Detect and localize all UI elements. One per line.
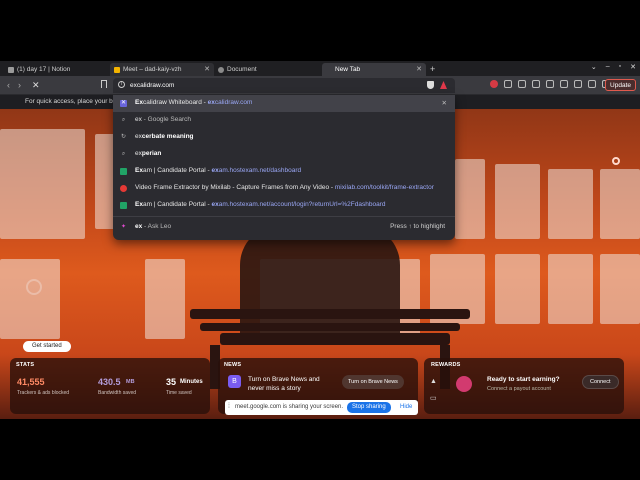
get-started-button[interactable]: Get started	[23, 341, 71, 352]
site-icon	[120, 168, 127, 175]
address-input[interactable]	[130, 79, 410, 91]
drag-handle-icon[interactable]: ⁞	[228, 403, 230, 410]
time-value: 35	[166, 377, 177, 387]
divider	[113, 216, 455, 217]
search-icon: ⌕	[121, 151, 126, 157]
share-text: meet.google.com is sharing your screen.	[235, 404, 344, 410]
bandwidth-label: Bandwidth saved	[98, 390, 137, 396]
forward-icon[interactable]: ›	[18, 80, 21, 90]
wallet-icon[interactable]	[588, 80, 596, 88]
globe-icon	[218, 66, 224, 73]
stats-card: STATS 41,555 Trackers & ads blocked 430.…	[10, 358, 210, 414]
tab-document[interactable]: Document	[214, 63, 318, 76]
stats-title: STATS	[16, 362, 35, 368]
suggestion-search[interactable]: ⌕ ex - Google Search	[113, 112, 455, 129]
rewards-subtext: Connect a payout account	[487, 386, 551, 392]
trackers-label: Trackers & ads blocked	[17, 390, 70, 396]
tab-label: Meet – dad-kaiy-vzh	[123, 66, 182, 73]
brave-logo-icon	[26, 279, 42, 295]
maximize-icon[interactable]: ▫	[619, 63, 621, 71]
record-icon[interactable]	[490, 80, 498, 88]
leo-icon: ✦	[120, 224, 127, 230]
brave-news-icon: B	[228, 375, 241, 388]
close-window-icon[interactable]: ✕	[630, 63, 636, 71]
settings-gear-icon[interactable]	[612, 157, 620, 165]
suggestion-ask-leo[interactable]: ✦ ex - Ask Leo Press ↑ to highlight	[113, 219, 455, 236]
meet-icon	[114, 66, 120, 73]
tab-search-icon[interactable]: ⌄	[591, 63, 597, 71]
extension-icon[interactable]	[546, 80, 554, 88]
new-tab-button[interactable]: +	[430, 63, 435, 76]
suggestion-search[interactable]: ⌕ experian	[113, 146, 455, 163]
rewards-heading: Ready to start earning?	[487, 376, 560, 383]
stop-icon[interactable]: ✕	[32, 80, 40, 91]
window-controls: ⌄ – ▫ ✕	[591, 63, 636, 71]
loading-icon	[326, 67, 332, 73]
brave-shields-icon[interactable]	[427, 81, 434, 89]
stop-sharing-button[interactable]: Stop sharing	[347, 402, 391, 413]
press-hint: Press ↑ to highlight	[390, 223, 445, 230]
rewards-badge-icon	[456, 376, 472, 392]
excalidraw-icon: ✕	[120, 100, 127, 107]
extension-icon[interactable]	[504, 80, 512, 88]
time-unit: Minutes	[180, 379, 203, 385]
wallet-icon: ▭	[430, 395, 437, 402]
bandwidth-unit: MB	[126, 379, 135, 385]
notion-icon	[8, 66, 14, 73]
sidebar-icon[interactable]	[574, 80, 582, 88]
news-title: NEWS	[224, 362, 242, 368]
tab-notion[interactable]: (1) day 17 | Notion	[4, 63, 110, 76]
toolbar: ‹ › ✕ i Update	[0, 76, 640, 95]
close-icon[interactable]: ✕	[416, 65, 422, 73]
turn-on-news-button[interactable]: Turn on Brave News	[342, 375, 404, 389]
news-text: Turn on Brave News and never miss a stor…	[248, 376, 320, 392]
rewards-card: REWARDS ▲ ▭ Ready to start earning? Conn…	[424, 358, 624, 414]
suggestion-mixilab[interactable]: Video Frame Extractor by Mixilab - Captu…	[113, 180, 455, 197]
info-icon[interactable]: i	[118, 81, 125, 88]
tab-new-tab[interactable]: New Tab ✕	[322, 63, 426, 76]
tab-meet[interactable]: Meet – dad-kaiy-vzh ✕	[110, 63, 214, 76]
extension-icon[interactable]	[518, 80, 526, 88]
tab-strip: (1) day 17 | Notion Meet – dad-kaiy-vzh …	[0, 61, 640, 76]
suggestion-exam-dashboard[interactable]: Exam | Candidate Portal - exam.hostexam.…	[113, 163, 455, 180]
site-icon	[120, 185, 127, 192]
browser-window: (1) day 17 | Notion Meet – dad-kaiy-vzh …	[0, 61, 640, 419]
back-icon[interactable]: ‹	[7, 80, 10, 90]
warning-icon: ▲	[430, 378, 437, 385]
bandwidth-value: 430.5	[98, 377, 121, 387]
extension-icon[interactable]	[532, 80, 540, 88]
omnibox-suggestions: ✕ Excalidraw Whiteboard - excalidraw.com…	[113, 95, 455, 240]
address-bar[interactable]: i	[113, 78, 455, 93]
tab-label: (1) day 17 | Notion	[17, 66, 71, 73]
trackers-value: 41,555	[17, 377, 45, 387]
screen-share-bar: ⁞ meet.google.com is sharing your screen…	[225, 400, 418, 415]
update-button[interactable]: Update	[605, 79, 636, 91]
tab-label: New Tab	[335, 66, 361, 73]
minimize-icon[interactable]: –	[606, 63, 610, 71]
close-icon[interactable]: ✕	[204, 65, 210, 73]
rewards-title: REWARDS	[431, 362, 461, 368]
suggestion-excalidraw[interactable]: ✕ Excalidraw Whiteboard - excalidraw.com…	[113, 95, 455, 112]
hide-button[interactable]: Hide	[400, 404, 412, 410]
time-label: Time saved	[166, 390, 192, 396]
tab-label: Document	[227, 66, 257, 73]
search-icon: ⌕	[121, 117, 126, 123]
bookmark-icon[interactable]	[101, 80, 107, 88]
suggestion-exam-login[interactable]: Exam | Candidate Portal - exam.hostexam.…	[113, 197, 455, 214]
extension-icons	[490, 80, 610, 88]
site-icon	[120, 202, 127, 209]
suggestion-search[interactable]: ↻ excerbate meaning	[113, 129, 455, 146]
connect-button[interactable]: Connect	[582, 375, 619, 389]
remove-suggestion-icon[interactable]: ✕	[442, 99, 447, 107]
screenshot-icon[interactable]	[560, 80, 568, 88]
history-icon: ↻	[120, 134, 127, 140]
